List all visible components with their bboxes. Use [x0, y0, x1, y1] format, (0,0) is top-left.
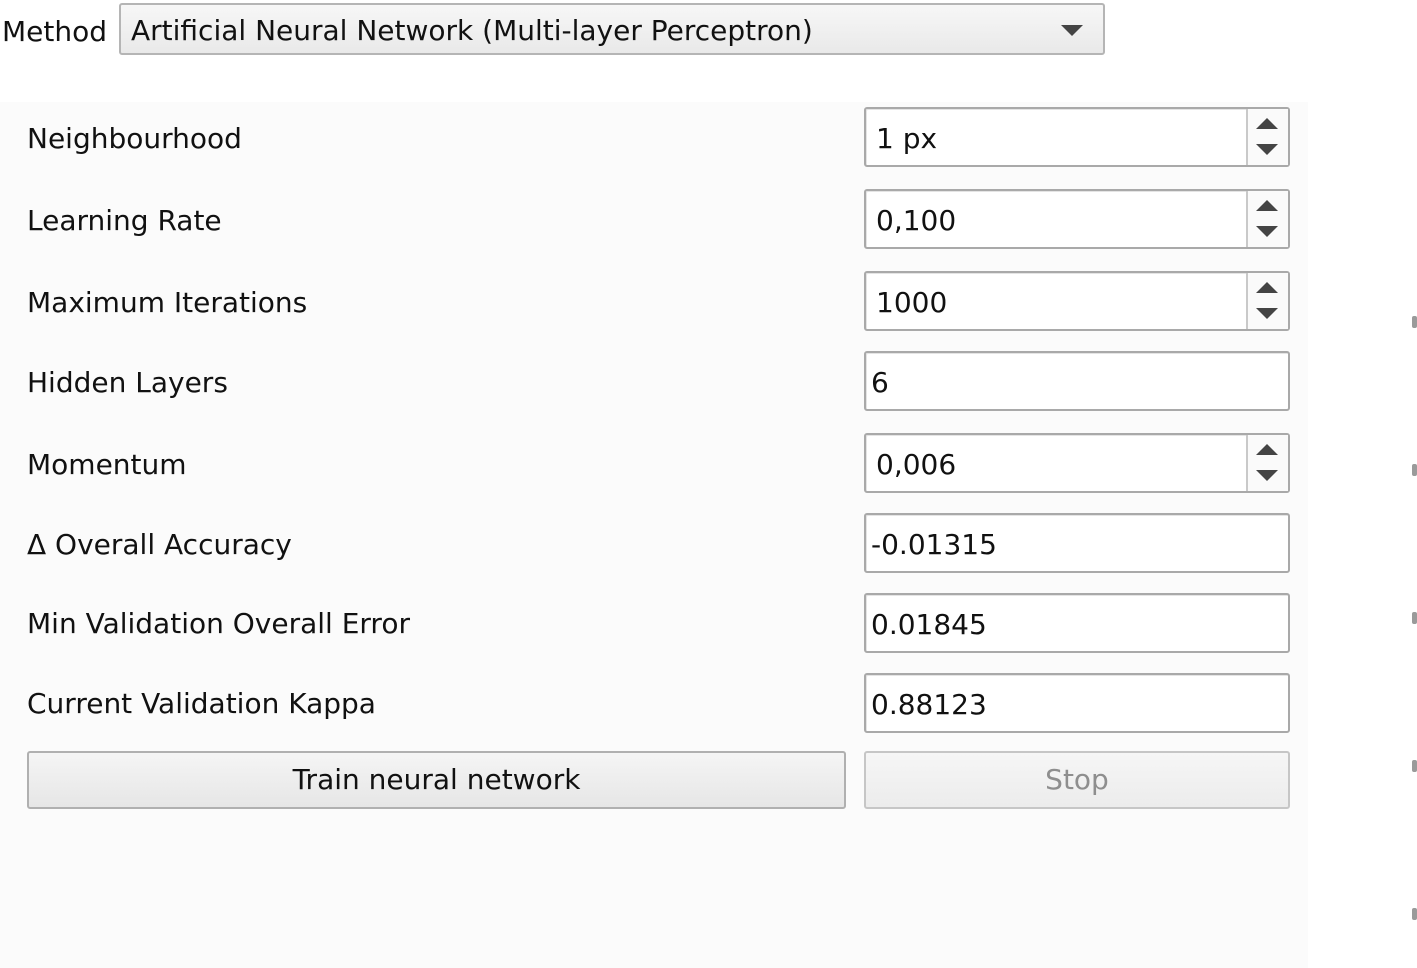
- method-selected-value: Artificial Neural Network (Multi-layer P…: [131, 14, 813, 47]
- max-iterations-spinbox[interactable]: 1000: [864, 271, 1290, 331]
- edge-tick-icon: [1412, 612, 1417, 624]
- neighbourhood-increment-button[interactable]: [1248, 109, 1288, 137]
- arrow-down-icon: [1256, 226, 1278, 237]
- max-iterations-increment-button[interactable]: [1248, 273, 1288, 301]
- current-validation-kappa-value[interactable]: 0.88123: [871, 687, 987, 723]
- learning-rate-decrement-button[interactable]: [1248, 219, 1288, 247]
- delta-overall-accuracy-value[interactable]: -0.01315: [871, 527, 997, 563]
- learning-rate-spin-buttons: [1246, 191, 1288, 247]
- neighbourhood-decrement-button[interactable]: [1248, 137, 1288, 165]
- momentum-spinbox[interactable]: 0,006: [864, 433, 1290, 493]
- min-validation-error-field[interactable]: 0.01845: [864, 593, 1290, 653]
- arrow-up-icon: [1256, 118, 1278, 129]
- current-validation-kappa-label: Current Validation Kappa: [27, 687, 376, 720]
- edge-tick-icon: [1412, 908, 1417, 920]
- chevron-down-icon[interactable]: [1061, 25, 1083, 36]
- edge-tick-icon: [1412, 760, 1417, 772]
- momentum-increment-button[interactable]: [1248, 435, 1288, 463]
- learning-rate-value[interactable]: 0,100: [876, 203, 956, 239]
- train-neural-network-button[interactable]: Train neural network: [27, 751, 846, 809]
- momentum-spin-buttons: [1246, 435, 1288, 491]
- momentum-label: Momentum: [27, 448, 187, 481]
- edge-tick-icon: [1412, 464, 1417, 476]
- arrow-up-icon: [1256, 200, 1278, 211]
- current-validation-kappa-field[interactable]: 0.88123: [864, 673, 1290, 733]
- delta-overall-accuracy-label: Δ Overall Accuracy: [27, 528, 292, 561]
- learning-rate-spinbox[interactable]: 0,100: [864, 189, 1290, 249]
- max-iterations-value[interactable]: 1000: [876, 285, 947, 321]
- arrow-down-icon: [1256, 144, 1278, 155]
- neighbourhood-label: Neighbourhood: [27, 122, 242, 155]
- min-validation-error-value[interactable]: 0.01845: [871, 607, 987, 643]
- arrow-up-icon: [1256, 444, 1278, 455]
- edge-tick-icon: [1412, 316, 1417, 328]
- method-dropdown[interactable]: Artificial Neural Network (Multi-layer P…: [119, 3, 1105, 55]
- hidden-layers-label: Hidden Layers: [27, 366, 228, 399]
- hidden-layers-input[interactable]: 6: [864, 351, 1290, 411]
- delta-overall-accuracy-field[interactable]: -0.01315: [864, 513, 1290, 573]
- max-iterations-label: Maximum Iterations: [27, 286, 308, 319]
- arrow-up-icon: [1256, 282, 1278, 293]
- neighbourhood-value[interactable]: 1 px: [876, 121, 937, 157]
- right-edge-area: [1308, 102, 1417, 968]
- min-validation-error-label: Min Validation Overall Error: [27, 607, 410, 640]
- momentum-value[interactable]: 0,006: [876, 447, 956, 483]
- momentum-decrement-button[interactable]: [1248, 463, 1288, 491]
- method-label: Method: [2, 15, 108, 48]
- neighbourhood-spinbox[interactable]: 1 px: [864, 107, 1290, 167]
- neighbourhood-spin-buttons: [1246, 109, 1288, 165]
- max-iterations-spin-buttons: [1246, 273, 1288, 329]
- hidden-layers-value[interactable]: 6: [871, 365, 889, 401]
- learning-rate-label: Learning Rate: [27, 204, 222, 237]
- arrow-down-icon: [1256, 470, 1278, 481]
- learning-rate-increment-button[interactable]: [1248, 191, 1288, 219]
- max-iterations-decrement-button[interactable]: [1248, 301, 1288, 329]
- arrow-down-icon: [1256, 308, 1278, 319]
- stop-button[interactable]: Stop: [864, 751, 1290, 809]
